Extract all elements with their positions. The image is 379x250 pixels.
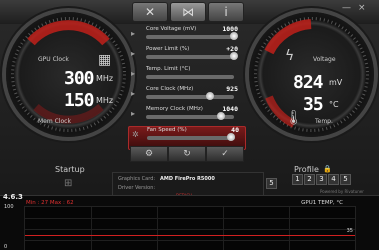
slider-panel: ▸ Core Voltage (mV) 1000 ▸ Power Limit (%) +2…: [128, 25, 246, 154]
msi-logo-icon[interactable]: ⋈: [170, 2, 206, 22]
temp-value: 35: [303, 94, 324, 115]
info-icon[interactable]: i: [208, 2, 244, 22]
slider-icon: ▸: [131, 69, 136, 78]
grid-line: [25, 218, 355, 219]
slider-knob[interactable]: [230, 32, 238, 40]
clock-gauge: GPU Clock ▦ 300 MHz 150 MHz Mem Clock: [6, 12, 131, 137]
slider-icon: ▸: [131, 89, 136, 98]
driver-key: Driver Version:: [118, 185, 156, 191]
slider-track[interactable]: [146, 55, 234, 59]
gpu-clock-unit: MHz: [96, 74, 114, 83]
action-buttons: ⚙ ↻ ✓: [128, 146, 244, 162]
temp-unit: °C: [329, 100, 339, 109]
voltage-unit: mV: [329, 78, 343, 87]
slider-track[interactable]: [147, 136, 235, 140]
profile-slot-4[interactable]: 4: [328, 174, 339, 185]
slider-track[interactable]: [146, 95, 234, 99]
slider-knob[interactable]: [226, 133, 235, 141]
voltage-temp-gauge: ϟ Voltage 824 mV 35 °C 🌡 Temp.: [249, 12, 374, 137]
gpu-clock-value: 300: [64, 68, 94, 89]
slider-label: Power Limit (%): [146, 46, 190, 52]
slider-knob[interactable]: [230, 52, 238, 60]
grid-line: [25, 229, 355, 230]
y-min-label: 0: [4, 244, 8, 250]
mem-clock-value: 150: [64, 90, 94, 111]
slider-value: 1040: [222, 105, 238, 113]
voltage-value: 824: [293, 72, 323, 93]
slider-label: Fan Speed (%): [147, 127, 187, 133]
profile-slot-2[interactable]: 2: [304, 174, 315, 185]
slider-track[interactable]: [146, 35, 234, 39]
slider-track[interactable]: [146, 75, 234, 79]
grid-line: [157, 207, 158, 250]
card-key: Graphics Card:: [118, 176, 156, 182]
startup-label: Startup: [55, 165, 85, 174]
mem-clock-label: Mem Clock: [38, 118, 71, 125]
slider-label: Memory Clock (MHz): [146, 106, 203, 112]
temp-series-line: [25, 235, 355, 236]
powered-by: Powered by Rivatuner: [320, 189, 364, 194]
profile-slot-1[interactable]: 1: [292, 174, 303, 185]
mem-clock-unit: MHz: [96, 96, 114, 105]
reset-button[interactable]: ↻: [168, 146, 206, 162]
thermometer-icon: 🌡: [285, 110, 303, 126]
settings-button[interactable]: ⚙: [130, 146, 168, 162]
graph-plot-area[interactable]: [24, 206, 356, 250]
afterburner-window: ✕ ⋈ i — × GPU Clock ▦ 300 MHz 150 MHz Me…: [0, 0, 379, 250]
monitor-graph: 4.6.3 Min : 27 Max : 62 100 0 GPU1 TEMP,…: [0, 193, 379, 250]
profile-label: Profile: [294, 165, 319, 174]
grid-line: [289, 207, 290, 250]
y-max-label: 100: [4, 204, 14, 210]
slider-row: ▸ Power Limit (%) +20: [128, 45, 244, 68]
lock-icon[interactable]: 🔒: [323, 165, 332, 173]
slider-row: ▸ Memory Clock (MHz) 1040: [128, 105, 244, 128]
grid-line: [91, 207, 92, 250]
slider-icon: ▸: [131, 29, 136, 38]
card-value: AMD FirePro R5000: [160, 176, 215, 182]
slider-icon: ▸: [131, 109, 136, 118]
gpu-chip-icon: ▦: [98, 52, 112, 68]
grid-line: [25, 240, 355, 241]
windows-icon[interactable]: ⊞: [64, 178, 72, 189]
slider-label: Core Clock (MHz): [146, 86, 194, 92]
voltage-label: Voltage: [313, 56, 336, 63]
profile-slot-3[interactable]: 3: [316, 174, 327, 185]
grid-line: [223, 207, 224, 250]
slider-label: Core Voltage (mV): [146, 26, 197, 32]
gpu-clock-label: GPU Clock: [38, 56, 69, 63]
version-label: 4.6.3: [3, 193, 23, 201]
slider-label: Temp. Limit (°C): [146, 66, 191, 72]
lightning-icon: ϟ: [285, 48, 295, 64]
temp-label: Temp.: [315, 118, 333, 125]
current-value-label: 35: [346, 228, 353, 234]
slider-icon: ▸: [131, 49, 136, 58]
close-x-icon[interactable]: ✕: [132, 2, 168, 22]
slot-5-small[interactable]: 5: [266, 178, 277, 189]
fan-icon: ✲: [132, 130, 139, 139]
slider-value: 925: [226, 85, 238, 93]
apply-button[interactable]: ✓: [206, 146, 244, 162]
profile-slot-5[interactable]: 5: [340, 174, 351, 185]
